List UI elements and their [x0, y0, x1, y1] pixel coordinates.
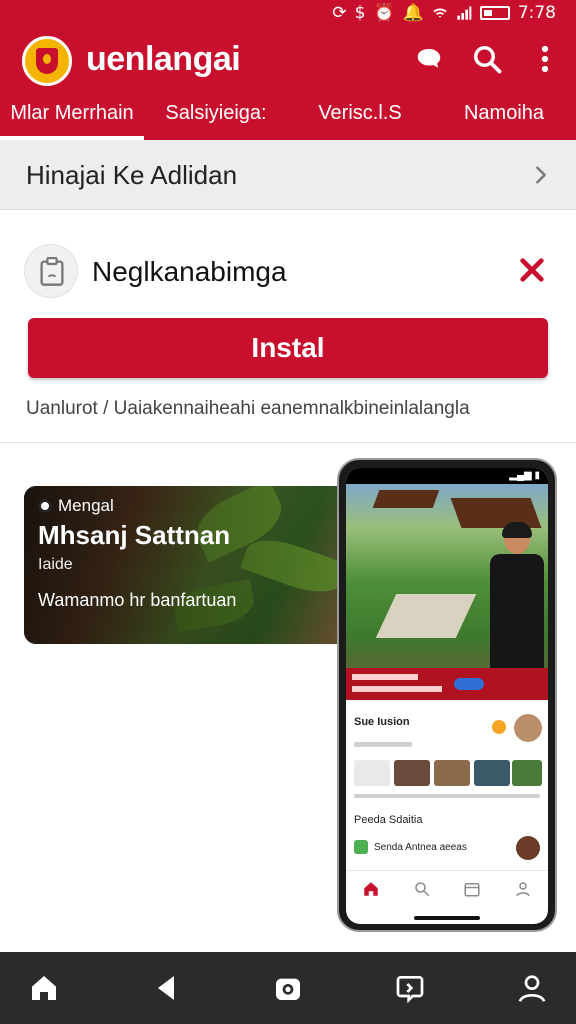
phone-bottom-nav: [346, 870, 548, 906]
wifi-icon: [433, 8, 447, 18]
nav-profile-button[interactable]: [512, 968, 552, 1008]
install-app-name: Neglkanabimga: [92, 256, 287, 287]
emoji-icon: [492, 720, 506, 734]
tab-bar: Mlar Merrhain Salsiyieiga: Verisc.l.S Na…: [0, 98, 576, 140]
sync-icon: ⟳: [332, 3, 347, 23]
promo-tag-label: Mengal: [58, 496, 114, 515]
nav-home-button[interactable]: [24, 968, 64, 1008]
roof-image: [372, 490, 440, 508]
status-icons: ⟳ $ ⏰ 🔔 7:78: [332, 3, 556, 23]
bottom-nav: [0, 952, 576, 1024]
dollar-icon: $: [354, 3, 366, 23]
close-icon[interactable]: [518, 256, 546, 284]
chat-icon: [396, 976, 424, 1004]
phone-row-subtitle: Peeda Sdaitia: [354, 814, 423, 826]
profile-icon: [516, 881, 530, 896]
alarm-icon: ⏰: [373, 3, 395, 23]
promo-card[interactable]: Mengal Mhsanj Sattnan Iaide Wamanmo hr b…: [24, 486, 354, 644]
courtyard-image: [375, 594, 477, 638]
section-header-row[interactable]: Hinajai Ke Adlidan: [0, 140, 576, 210]
promo-description: Wamanmo hr banfartuan: [38, 590, 237, 610]
banner-button: [454, 678, 484, 690]
home-icon: [32, 976, 56, 1000]
more-vert-icon[interactable]: [530, 44, 560, 74]
phone-home-indicator: [414, 916, 480, 920]
nav-chat-button[interactable]: [390, 968, 430, 1008]
install-button[interactable]: Instal: [28, 318, 548, 378]
search-icon[interactable]: [472, 44, 502, 74]
person-hair: [502, 522, 532, 538]
chat-icon[interactable]: [414, 44, 444, 74]
calendar-icon: [464, 882, 480, 896]
phone-row-title: Sue Iusion: [354, 716, 410, 728]
phone-row-text: Senda Antnea aeeas: [374, 842, 467, 853]
placeholder-line: [354, 742, 412, 747]
thumbnail: [434, 760, 470, 786]
divider: [0, 442, 576, 443]
phone-status-bar: ▂▄▆ ▮: [346, 468, 548, 484]
phone-mockup: ▂▄▆ ▮ Sue Iusion Peeda Sdaitia Senda Ant…: [337, 458, 557, 932]
search-icon: [415, 881, 430, 896]
camera-icon: [276, 978, 300, 1000]
section-title: Hinajai Ke Adlidan: [26, 160, 238, 190]
banner-text-line: [352, 674, 418, 680]
logo-icon: [22, 36, 72, 86]
tab-1[interactable]: Mlar Merrhain: [0, 98, 144, 140]
record-icon: [38, 499, 52, 513]
chevron-right-icon: [536, 166, 546, 184]
nav-back-button[interactable]: [146, 968, 186, 1008]
placeholder-line: [354, 794, 540, 798]
tab-4[interactable]: Namoiha: [432, 98, 576, 140]
phone-screen: ▂▄▆ ▮ Sue Iusion Peeda Sdaitia Senda Ant…: [346, 468, 548, 924]
banner-text-line: [352, 686, 442, 692]
back-icon: [158, 976, 174, 1000]
tab-3[interactable]: Verisc.l.S: [288, 98, 432, 140]
status-time: 7:78: [517, 3, 556, 23]
notification-icon: 🔔: [402, 3, 424, 23]
app-icon: [24, 244, 78, 298]
nav-camera-button[interactable]: [268, 968, 308, 1008]
app-icon: [354, 840, 368, 854]
app-bar: uenlangai Mlar Merrhain Salsiyieiga: Ver…: [0, 26, 576, 140]
promo-tag: Mengal: [38, 496, 114, 516]
thumbnail: [394, 760, 430, 786]
tab-2[interactable]: Salsiyieiga:: [144, 98, 288, 140]
clipboard-icon: [40, 257, 64, 286]
thumbnail: [354, 760, 390, 786]
install-app-row: Neglkanabimga: [0, 240, 576, 304]
thumbnail: [474, 760, 510, 786]
phone-banner: [346, 668, 548, 700]
promo-title: Mhsanj Sattnan: [38, 520, 231, 550]
thumbnail: [512, 760, 542, 786]
avatar: [516, 836, 540, 860]
app-title: uenlangai: [86, 40, 241, 78]
home-icon: [364, 881, 378, 896]
avatar: [514, 714, 542, 742]
status-bar: ⟳ $ ⏰ 🔔 7:78: [0, 0, 576, 26]
profile-icon: [518, 975, 546, 1002]
battery-icon: [479, 6, 510, 20]
signal-icon: [457, 6, 472, 20]
promo-subtitle: Iaide: [38, 556, 73, 573]
app-actions: [414, 44, 560, 74]
breadcrumb: Uanlurot / Uaiakennaiheahi eanemnalkbine…: [26, 398, 470, 419]
